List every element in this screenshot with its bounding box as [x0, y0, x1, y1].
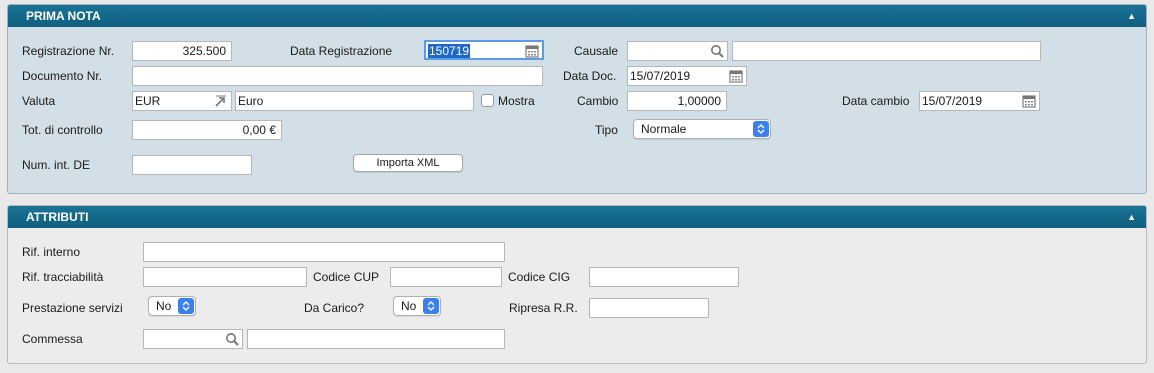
tot-controllo-label: Tot. di controllo: [22, 123, 103, 137]
valuta-description-field[interactable]: Euro: [235, 91, 474, 111]
data-cambio-value: 15/07/2019: [922, 94, 983, 108]
rif-tracciabilita-field[interactable]: [143, 267, 307, 287]
up-down-arrows-icon: [753, 121, 769, 137]
tot-controllo-field[interactable]: 0,00 €: [132, 120, 282, 140]
prestazione-servizi-label: Prestazione servizi: [22, 301, 123, 315]
calendar-icon[interactable]: [729, 69, 743, 83]
commessa-label: Commessa: [22, 332, 83, 346]
valuta-code-field[interactable]: EUR: [132, 91, 232, 111]
data-doc-value: 15/07/2019: [630, 69, 691, 83]
da-carico-label: Da Carico?: [304, 301, 365, 315]
chevron-up-icon[interactable]: ▲: [1127, 206, 1136, 228]
attributi-header[interactable]: ATTRIBUTI ▲: [8, 206, 1146, 228]
up-down-arrows-icon: [178, 298, 194, 314]
data-registrazione-label: Data Registrazione: [290, 44, 393, 58]
search-icon[interactable]: [710, 44, 724, 58]
calendar-icon[interactable]: [1022, 94, 1036, 108]
prestazione-servizi-select[interactable]: No: [148, 296, 196, 316]
codice-cig-field[interactable]: [589, 267, 739, 287]
attributi-title: ATTRIBUTI: [26, 210, 89, 224]
data-registrazione-field[interactable]: 150719: [424, 40, 544, 60]
ripresa-rr-label: Ripresa R.R.: [509, 301, 578, 315]
documento-nr-field[interactable]: [132, 66, 543, 86]
da-carico-value: No: [401, 299, 417, 313]
valuta-label: Valuta: [22, 94, 56, 108]
search-icon[interactable]: [225, 332, 239, 346]
commessa-code-field[interactable]: [143, 329, 243, 349]
registrazione-nr-field[interactable]: 325.500: [132, 41, 232, 61]
rif-interno-label: Rif. interno: [22, 245, 81, 259]
commessa-description-field[interactable]: [247, 329, 505, 349]
data-doc-field[interactable]: 15/07/2019: [627, 66, 747, 86]
codice-cup-field[interactable]: [390, 267, 502, 287]
prima-nota-header[interactable]: PRIMA NOTA ▲: [8, 5, 1146, 27]
prima-nota-panel: PRIMA NOTA ▲ Registrazione Nr. 325.500 D…: [7, 4, 1147, 194]
data-registrazione-value: 150719: [428, 44, 471, 58]
data-doc-label: Data Doc.: [563, 69, 617, 83]
codice-cig-label: Codice CIG: [508, 270, 571, 284]
mostra-label: Mostra: [498, 94, 535, 108]
causale-code-field[interactable]: [627, 41, 728, 61]
calendar-icon[interactable]: [525, 44, 539, 58]
cambio-label: Cambio: [577, 94, 619, 108]
da-carico-select[interactable]: No: [393, 296, 441, 316]
data-cambio-label: Data cambio: [842, 94, 910, 108]
mostra-checkbox[interactable]: [481, 94, 494, 107]
prestazione-servizi-value: No: [156, 299, 172, 313]
causale-description-field[interactable]: [732, 41, 1041, 61]
cambio-field[interactable]: 1,00000: [627, 91, 727, 111]
lookup-arrow-icon[interactable]: [214, 94, 228, 108]
rif-tracciabilita-label: Rif. tracciabilità: [22, 270, 104, 284]
importa-xml-button[interactable]: Importa XML: [353, 154, 463, 172]
attributi-panel: ATTRIBUTI ▲ Rif. interno Rif. tracciabil…: [7, 205, 1147, 364]
codice-cup-label: Codice CUP: [313, 270, 380, 284]
ripresa-rr-field[interactable]: [589, 298, 709, 318]
up-down-arrows-icon: [423, 298, 439, 314]
data-cambio-field[interactable]: 15/07/2019: [919, 91, 1040, 111]
num-int-de-field[interactable]: [132, 155, 252, 175]
tipo-label: Tipo: [595, 123, 618, 137]
tipo-value: Normale: [641, 122, 687, 136]
registrazione-nr-label: Registrazione Nr.: [22, 44, 115, 58]
documento-nr-label: Documento Nr.: [22, 69, 103, 83]
chevron-up-icon[interactable]: ▲: [1127, 5, 1136, 27]
num-int-de-label: Num. int. DE: [22, 158, 91, 172]
causale-label: Causale: [574, 44, 619, 58]
valuta-code-value: EUR: [135, 94, 161, 108]
prima-nota-title: PRIMA NOTA: [26, 9, 101, 23]
rif-interno-field[interactable]: [143, 242, 505, 262]
tipo-select[interactable]: Normale: [633, 119, 771, 139]
